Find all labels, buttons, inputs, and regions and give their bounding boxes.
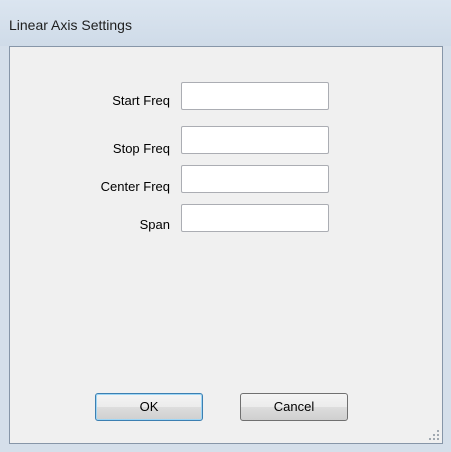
span-input[interactable] [181, 204, 329, 232]
start-freq-label: Start Freq [112, 93, 170, 108]
cancel-button[interactable]: Cancel [240, 393, 348, 421]
title-bar[interactable]: Linear Axis Settings [0, 0, 451, 46]
start-freq-input[interactable] [181, 82, 329, 110]
window-title: Linear Axis Settings [9, 17, 132, 33]
resize-grip-icon[interactable] [428, 429, 440, 441]
dialog-window: Linear Axis Settings Start Freq Stop Fre… [0, 0, 451, 452]
dialog-client-area: Start Freq Stop Freq Center Freq Span OK… [9, 46, 443, 444]
stop-freq-label: Stop Freq [112, 141, 170, 156]
stop-freq-input[interactable] [181, 126, 329, 154]
center-freq-label: Center Freq [100, 179, 170, 194]
ok-button[interactable]: OK [95, 393, 203, 421]
span-label: Span [139, 217, 170, 232]
center-freq-input[interactable] [181, 165, 329, 193]
